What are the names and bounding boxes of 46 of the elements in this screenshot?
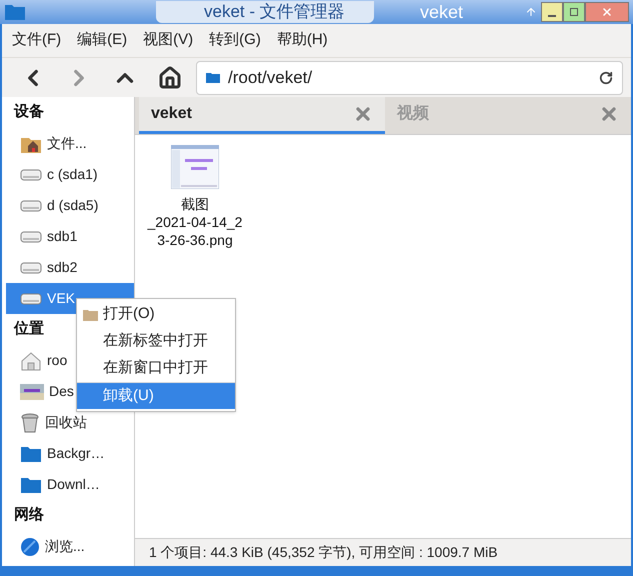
drive-icon	[20, 292, 42, 304]
home-icon[interactable]	[158, 66, 182, 90]
menu-item[interactable]: 在新标签中打开	[77, 328, 235, 355]
maximize-button[interactable]	[563, 2, 585, 22]
close-button[interactable]	[585, 2, 629, 22]
window-label: veket	[420, 0, 463, 24]
sidebar-item[interactable]: sdb2	[6, 252, 134, 283]
file-name[interactable]: 截图 _2021-04-14_2 3-26-36.png	[148, 195, 242, 249]
sidebar-item[interactable]: d (sda5)	[6, 190, 134, 221]
window-title: veket - 文件管理器	[156, 1, 374, 23]
folder-icon	[20, 444, 42, 462]
menu-item[interactable]: 编辑(E)	[77, 29, 128, 52]
section-header: 设备	[14, 102, 44, 122]
minimize-button[interactable]	[541, 2, 563, 22]
menu-item[interactable]: 视图(V)	[143, 29, 194, 52]
trash-icon	[20, 412, 40, 432]
menu-item[interactable]: 帮助(H)	[276, 29, 328, 52]
section-header: 网络	[14, 505, 44, 526]
globe-icon	[20, 536, 40, 556]
menu-item[interactable]: 卸载(U)	[77, 382, 235, 409]
up-arrow-icon[interactable]	[525, 6, 537, 18]
sidebar-item[interactable]: c (sda1)	[6, 159, 134, 190]
close-icon	[601, 6, 613, 18]
sidebar-item[interactable]: 文件...	[6, 128, 134, 159]
desktop-icon	[20, 384, 44, 400]
house-icon	[20, 350, 42, 370]
tab[interactable]: veket	[139, 97, 385, 134]
drive-icon	[20, 168, 42, 180]
status-text: 1 个项目: 44.3 KiB (45,352 字节), 可用空间 : 1009.7 MiB	[149, 543, 498, 562]
section-header: 位置	[14, 319, 44, 340]
drive-icon	[20, 262, 42, 274]
folder-icon	[20, 476, 42, 494]
sidebar-item[interactable]: 回收站	[6, 407, 134, 438]
menu-item[interactable]: 文件(F)	[12, 29, 62, 52]
drive-icon	[20, 230, 42, 242]
reload-icon[interactable]	[599, 70, 613, 84]
sidebar-item[interactable]: Downl…	[6, 469, 134, 500]
folder-icon	[4, 3, 26, 21]
folder-icon	[206, 72, 220, 83]
location-field[interactable]: /root/veket/	[196, 60, 623, 94]
drive-icon	[20, 200, 42, 212]
sidebar-item[interactable]: Backgr…	[6, 438, 134, 469]
sidebar-item[interactable]: sdb1	[6, 221, 134, 252]
menu-item[interactable]: 在新窗口中打开	[77, 355, 235, 382]
menu-item[interactable]: 转到(G)	[209, 29, 261, 52]
sidebar-item[interactable]: 浏览...	[6, 531, 134, 562]
